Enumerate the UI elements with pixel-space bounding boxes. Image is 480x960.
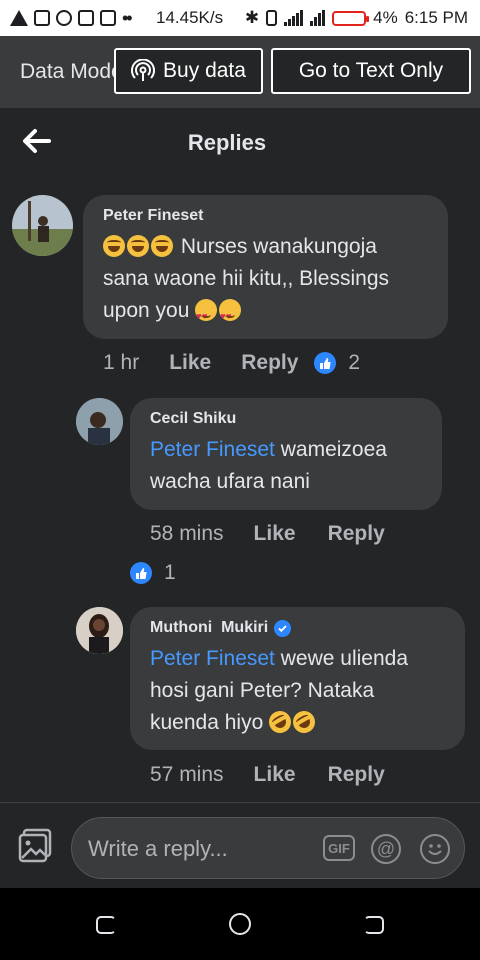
tears-of-joy-emoji: [151, 235, 173, 257]
buy-data-button[interactable]: Buy data: [114, 48, 263, 94]
rolling-laughing-emoji: [289, 706, 320, 738]
comment-author[interactable]: Muthoni Mukiri: [150, 619, 445, 637]
comment-bubble: Peter Fineset Nurses wanakungoja sana wa…: [83, 195, 448, 339]
signal-icon-2: [310, 10, 326, 26]
comment-meta: 1 hr Like Reply 2: [103, 351, 360, 375]
avatar[interactable]: [76, 398, 123, 445]
battery-icon: [332, 10, 370, 26]
avatar-photo: [12, 195, 73, 256]
text-only-label: Go to Text Only: [298, 59, 444, 82]
battery-percent: 4%: [373, 8, 398, 27]
system-nav-bar: [0, 888, 480, 960]
avatar[interactable]: [76, 607, 123, 654]
clock: 6:15 PM: [404, 8, 468, 27]
reaction-count: 1: [164, 561, 176, 584]
tears-of-joy-emoji: [103, 235, 125, 257]
like-button[interactable]: Like: [254, 763, 296, 787]
signal-icon: [284, 10, 304, 26]
warning-icon: [10, 10, 28, 26]
buy-data-label: Buy data: [163, 59, 246, 82]
mention-link[interactable]: Peter Fineset: [150, 438, 275, 461]
photo-gallery-icon[interactable]: [18, 827, 54, 863]
comment-time: 1 hr: [103, 351, 140, 374]
comment-time: 57 mins: [150, 763, 224, 786]
gif-icon[interactable]: GIF: [323, 835, 355, 861]
smiling-hearts-emoji: [219, 299, 242, 332]
smiling-hearts-emoji: [195, 299, 218, 332]
comment-author[interactable]: Peter Fineset: [103, 207, 428, 225]
comment-text: Peter Fineset wameizoea wacha ufara nani: [150, 438, 387, 493]
instagram-icon: [78, 10, 94, 26]
comment-text: Nurses wanakungoja sana waone hii kitu,,…: [103, 231, 428, 332]
mention-at-icon[interactable]: @: [371, 834, 401, 864]
emoji-picker-icon[interactable]: [420, 834, 450, 864]
facebook-icon: [56, 10, 72, 26]
like-reaction-icon[interactable]: [130, 562, 152, 584]
avatar[interactable]: [12, 195, 73, 256]
comment-bubble: Muthoni Mukiri Peter Fineset wewe uliend…: [130, 607, 465, 750]
data-mode-bar: Data Mode Buy data Go to Text Only: [0, 36, 480, 108]
mention-link[interactable]: Peter Fineset: [150, 647, 275, 670]
reply-button[interactable]: Reply: [241, 351, 298, 375]
home-icon[interactable]: [229, 913, 251, 935]
comment-bubble: Cecil Shiku Peter Fineset wameizoea wach…: [130, 398, 442, 510]
vibrate-icon: [266, 10, 278, 26]
reply-input[interactable]: Write a reply... GIF @: [71, 817, 465, 879]
avatar-photo: [76, 398, 123, 445]
network-speed: 14.45K/s: [156, 8, 224, 27]
back-icon[interactable]: [364, 916, 384, 934]
comment-meta: 57 mins Like Reply: [150, 763, 385, 787]
bluetooth-icon: ✱: [244, 8, 260, 27]
recent-apps-icon[interactable]: [96, 916, 116, 934]
status-bar: •• 14.45K/s ✱ 4% 6:15 PM: [0, 0, 480, 36]
reply-button[interactable]: Reply: [328, 522, 385, 546]
reply-placeholder: Write a reply...: [88, 836, 228, 861]
messenger-icon: [100, 10, 116, 26]
rolling-laughing-emoji: [265, 706, 296, 738]
verified-badge-icon: [274, 619, 292, 637]
reply-button[interactable]: Reply: [328, 763, 385, 787]
go-to-text-only-button[interactable]: Go to Text Only: [271, 48, 471, 94]
replies-header: Replies: [0, 108, 480, 178]
comment-author[interactable]: Cecil Shiku: [150, 410, 422, 428]
more-notifications-icon: ••: [122, 7, 133, 28]
data-mode-label: Data Mode: [20, 60, 116, 83]
comment-meta: 58 mins Like Reply: [150, 522, 385, 546]
reply-composer: Write a reply... GIF @: [0, 803, 480, 888]
comment-text: Peter Fineset wewe ulienda hosi gani Pet…: [150, 643, 445, 739]
page-title: Replies: [187, 130, 267, 155]
avatar-photo: [76, 607, 123, 654]
reaction-count: 2: [348, 351, 361, 374]
broadcast-icon: [131, 59, 156, 81]
like-button[interactable]: Like: [169, 351, 211, 375]
reaction-row: 1: [130, 561, 176, 585]
like-reaction-icon[interactable]: [314, 352, 337, 374]
news-icon: [34, 10, 50, 26]
like-button[interactable]: Like: [254, 522, 296, 546]
tears-of-joy-emoji: [127, 235, 149, 257]
comment-time: 58 mins: [150, 522, 224, 545]
